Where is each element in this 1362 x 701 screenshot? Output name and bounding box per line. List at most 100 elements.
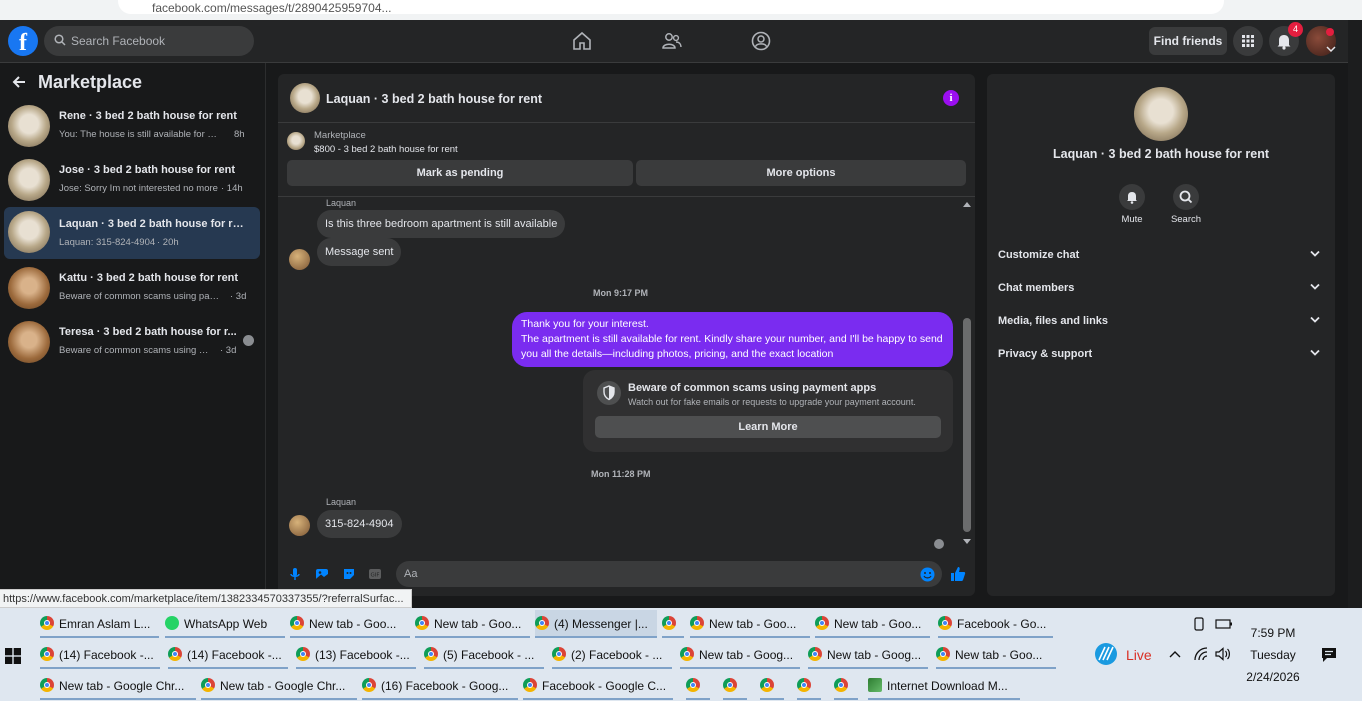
page-scrollbar[interactable]: [1348, 20, 1362, 608]
listing-thumbnail[interactable]: [287, 132, 305, 150]
taskbar-window[interactable]: (16) Facebook - Goog...: [362, 672, 518, 700]
conversation-name: Jose · 3 bed 2 bath house for rent: [59, 164, 236, 176]
chevron-down-icon: [1326, 46, 1336, 53]
taskbar-window[interactable]: Facebook - Google C...: [523, 672, 673, 700]
taskbar-window[interactable]: [662, 610, 684, 638]
conversation-item[interactable]: Jose · 3 bed 2 bath house for rent Jose:…: [4, 155, 260, 207]
emoji-icon[interactable]: [920, 567, 935, 582]
conversation-item[interactable]: Kattu · 3 bed 2 bath house for rent Bewa…: [4, 263, 260, 315]
taskbar-window[interactable]: Internet Download M...: [868, 672, 1020, 700]
taskbar-window[interactable]: New tab - Google Chr...: [40, 672, 196, 700]
like-icon[interactable]: [950, 566, 966, 582]
taskbar-window[interactable]: [797, 672, 821, 700]
conversation-name: Rene · 3 bed 2 bath house for rent: [59, 110, 237, 122]
find-friends-button[interactable]: Find friends: [1149, 27, 1227, 55]
chevron-up-icon[interactable]: [1169, 650, 1181, 658]
taskbar-window[interactable]: WhatsApp Web: [165, 610, 285, 638]
chrome-icon: [760, 678, 774, 692]
windows-start-icon[interactable]: [5, 648, 21, 664]
chrome-icon: [834, 678, 848, 692]
chat-title[interactable]: Laquan · 3 bed 2 bath house for rent: [326, 92, 542, 106]
taskbar-window[interactable]: New tab - Goo...: [415, 610, 530, 638]
taskbar-window[interactable]: (14) Facebook -...: [40, 641, 160, 669]
scroll-up-icon[interactable]: [962, 200, 972, 208]
customize-chat-section[interactable]: Customize chat: [998, 246, 1324, 266]
live-label[interactable]: Live: [1126, 647, 1152, 663]
grid-icon: [1242, 35, 1254, 47]
incoming-message[interactable]: Message sent: [317, 238, 402, 266]
live-channel-icon[interactable]: [1094, 642, 1118, 666]
taskbar-window[interactable]: New tab - Goo...: [290, 610, 410, 638]
search-input[interactable]: Search Facebook: [44, 26, 254, 56]
taskbar-window[interactable]: Facebook - Go...: [938, 610, 1053, 638]
conversation-item[interactable]: Rene · 3 bed 2 bath house for rent You: …: [4, 101, 260, 153]
facebook-logo-icon[interactable]: f: [8, 26, 38, 56]
conversation-item[interactable]: Teresa · 3 bed 2 bath house for r... Bew…: [4, 317, 260, 369]
wifi-icon[interactable]: [1193, 647, 1209, 661]
chrome-icon: [690, 616, 704, 630]
incoming-message[interactable]: Is this three bedroom apartment is still…: [317, 210, 566, 238]
chat-members-section[interactable]: Chat members: [998, 279, 1324, 299]
friends-icon[interactable]: [661, 30, 683, 52]
taskbar-window[interactable]: [834, 672, 858, 700]
page-title: Marketplace: [38, 72, 143, 92]
message-input[interactable]: Aa: [396, 561, 942, 587]
taskbar-window[interactable]: (5) Facebook - ...: [424, 641, 544, 669]
conversation-item-active[interactable]: Laquan · 3 bed 2 bath house for rent Laq…: [4, 207, 260, 259]
mute-button[interactable]: [1119, 184, 1145, 210]
taskbar-window[interactable]: (2) Facebook - ...: [552, 641, 672, 669]
chat-scrollbar[interactable]: [960, 198, 973, 550]
scroll-down-icon[interactable]: [962, 538, 972, 546]
microphone-icon[interactable]: [288, 567, 302, 581]
taskbar-window[interactable]: New tab - Goog...: [808, 641, 928, 669]
clock-date[interactable]: 2/24/2026: [1237, 670, 1309, 684]
outgoing-message[interactable]: Thank you for your interest. The apartme…: [512, 312, 953, 367]
account-alert-dot: [1326, 28, 1334, 36]
phone-link-icon[interactable]: [1192, 617, 1206, 631]
media-files-links-section[interactable]: Media, files and links: [998, 312, 1324, 332]
search-conversation-button[interactable]: [1173, 184, 1199, 210]
taskbar-window[interactable]: New tab - Goo...: [690, 610, 810, 638]
clock-time[interactable]: 7:59 PM: [1237, 626, 1309, 640]
clock-day[interactable]: Tuesday: [1237, 648, 1309, 662]
taskbar-window[interactable]: [686, 672, 710, 700]
taskbar-window[interactable]: [760, 672, 784, 700]
learn-more-button[interactable]: Learn More: [595, 416, 941, 438]
taskbar-window[interactable]: New tab - Goo...: [936, 641, 1056, 669]
listing-price[interactable]: $800 - 3 bed 2 bath house for rent: [314, 144, 458, 155]
gif-icon[interactable]: GIF: [368, 567, 382, 581]
scroll-thumb[interactable]: [963, 318, 971, 532]
browser-chrome: facebook.com/messages/t/2890425959704...: [0, 0, 1362, 20]
sender-avatar[interactable]: [289, 249, 310, 270]
notification-center-icon[interactable]: [1321, 647, 1337, 663]
sender-avatar[interactable]: [289, 515, 310, 536]
taskbar-window[interactable]: (13) Facebook -...: [296, 641, 416, 669]
battery-icon[interactable]: [1215, 618, 1233, 630]
chrome-icon: [680, 647, 694, 661]
incoming-message[interactable]: 315-824-4904: [317, 510, 402, 538]
taskbar-window[interactable]: New tab - Goog...: [680, 641, 800, 669]
image-icon[interactable]: [315, 567, 329, 581]
privacy-support-section[interactable]: Privacy & support: [998, 345, 1324, 365]
volume-icon[interactable]: [1215, 647, 1231, 661]
taskbar-window[interactable]: [723, 672, 747, 700]
home-icon[interactable]: [571, 30, 593, 52]
taskbar-window-active[interactable]: (4) Messenger |...: [535, 610, 657, 638]
sticker-icon[interactable]: [342, 567, 356, 581]
more-options-button[interactable]: More options: [636, 160, 966, 186]
mark-pending-button[interactable]: Mark as pending: [287, 160, 633, 186]
menu-grid-button[interactable]: [1233, 26, 1263, 56]
taskbar-window[interactable]: New tab - Goo...: [815, 610, 930, 638]
taskbar-window[interactable]: Emran Aslam L...: [40, 610, 159, 638]
windows-taskbar: Emran Aslam L... WhatsApp Web New tab - …: [0, 608, 1362, 701]
profile-icon[interactable]: [750, 30, 772, 52]
conversation-avatar[interactable]: [1134, 87, 1188, 141]
scam-warning-text: Watch out for fake emails or requests to…: [628, 397, 916, 407]
info-icon[interactable]: i: [943, 90, 959, 106]
address-bar[interactable]: facebook.com/messages/t/2890425959704...: [118, 0, 1224, 15]
chat-avatar[interactable]: [290, 83, 320, 113]
taskbar-window[interactable]: (14) Facebook -...: [168, 641, 288, 669]
taskbar-window[interactable]: New tab - Google Chr...: [201, 672, 357, 700]
chrome-icon: [424, 647, 438, 661]
back-arrow-icon[interactable]: [11, 74, 27, 90]
